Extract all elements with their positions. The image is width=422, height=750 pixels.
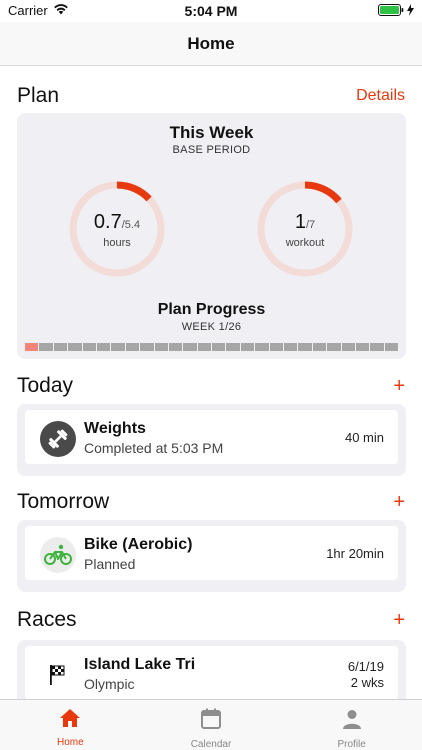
plan-progress-subtitle: WEEK 1/26 xyxy=(181,321,242,333)
progress-week-segment xyxy=(269,343,284,351)
progress-week-segment xyxy=(125,343,140,351)
add-tomorrow-button[interactable]: + xyxy=(393,492,405,512)
progress-week-segment xyxy=(370,343,384,351)
bike-icon xyxy=(40,537,76,573)
progress-week-segment xyxy=(82,343,96,351)
progress-week-segment xyxy=(39,343,53,351)
this-week-title: This Week xyxy=(169,123,254,142)
workout-done: 1 xyxy=(294,211,306,233)
progress-week-segment xyxy=(25,343,39,351)
workout-status: Completed at 5:03 PM xyxy=(84,440,224,456)
tab-bar: Home Calendar Profile xyxy=(0,699,422,750)
nav-bar: Home xyxy=(0,22,422,66)
tab-home-label: Home xyxy=(56,737,84,748)
tomorrow-card: Bike (Aerobic) Planned 1hr 20min xyxy=(17,520,406,592)
tomorrow-section-header: Tomorrow + xyxy=(17,490,405,514)
tomorrow-section-title: Tomorrow xyxy=(17,490,110,513)
progress-week-segment xyxy=(240,343,255,351)
progress-week-segment xyxy=(298,343,312,351)
list-item[interactable]: Bike (Aerobic) Planned 1hr 20min xyxy=(25,526,398,580)
list-item[interactable]: Weights Completed at 5:03 PM 40 min xyxy=(25,410,398,464)
add-race-button[interactable]: + xyxy=(393,610,405,630)
workout-value: 1/7 xyxy=(257,211,353,234)
details-link[interactable]: Details xyxy=(356,87,405,105)
hours-label: hours xyxy=(103,237,131,249)
progress-week-segment xyxy=(327,343,341,351)
page-title: Home xyxy=(187,33,235,53)
home-icon xyxy=(59,708,81,733)
workout-ring: 1/7 workout xyxy=(257,181,353,277)
progress-week-segment xyxy=(355,343,370,351)
tab-home[interactable]: Home xyxy=(0,700,141,750)
status-bar: Carrier 5:04 PM xyxy=(0,0,422,22)
races-card: Island Lake Tri Olympic 6/1/19 2 wks xyxy=(17,640,406,699)
race-when: 6/1/19 2 wks xyxy=(348,659,384,691)
plan-card[interactable]: This Week BASE PERIOD 0.7/5.4 hours 1/7 … xyxy=(17,113,406,359)
progress-week-segment xyxy=(312,343,327,351)
this-week-subtitle: BASE PERIOD xyxy=(172,144,251,156)
progress-week-segment xyxy=(341,343,355,351)
plan-progress-title: Plan Progress xyxy=(157,301,266,318)
races-section-title: Races xyxy=(17,608,77,631)
dumbbell-icon xyxy=(40,421,76,457)
workout-total: /7 xyxy=(305,219,316,231)
progress-week-segment xyxy=(96,343,111,351)
battery-icon xyxy=(378,4,404,19)
workout-title: Weights xyxy=(84,420,146,437)
progress-week-segment xyxy=(154,343,168,351)
race-countdown: 2 wks xyxy=(350,675,384,690)
status-right xyxy=(378,4,414,19)
hours-total: /5.4 xyxy=(121,219,141,231)
today-card: Weights Completed at 5:03 PM 40 min xyxy=(17,404,406,476)
tab-calendar[interactable]: Calendar xyxy=(141,700,282,750)
tab-profile-label: Profile xyxy=(337,739,366,750)
progress-week-segment xyxy=(53,343,68,351)
race-distance: Olympic xyxy=(84,676,135,692)
main-content[interactable]: Plan Details This Week BASE PERIOD 0.7/5… xyxy=(0,66,422,699)
progress-week-segment xyxy=(226,343,240,351)
tab-profile[interactable]: Profile xyxy=(281,700,422,750)
calendar-icon xyxy=(200,708,222,735)
progress-week-segment xyxy=(183,343,197,351)
tab-calendar-label: Calendar xyxy=(190,739,232,750)
person-icon xyxy=(341,708,363,735)
progress-week-segment xyxy=(140,343,154,351)
progress-week-segment xyxy=(197,343,212,351)
progress-week-segment xyxy=(68,343,82,351)
plan-section-header: Plan Details xyxy=(17,84,405,108)
progress-week-segment xyxy=(168,343,183,351)
plan-section-title: Plan xyxy=(17,84,60,107)
list-item[interactable]: Island Lake Tri Olympic 6/1/19 2 wks xyxy=(25,646,398,699)
workout-title: Bike (Aerobic) xyxy=(84,536,193,553)
hours-ring: 0.7/5.4 hours xyxy=(69,181,165,277)
workout-status: Planned xyxy=(84,556,136,572)
add-today-button[interactable]: + xyxy=(393,376,405,396)
workout-duration: 40 min xyxy=(344,430,384,445)
today-section-header: Today + xyxy=(17,374,405,398)
plan-progress-bar xyxy=(25,343,399,351)
status-time: 5:04 PM xyxy=(184,3,238,19)
today-section-title: Today xyxy=(17,374,74,397)
charging-icon xyxy=(407,4,414,19)
workout-label: workout xyxy=(285,237,325,249)
progress-week-segment xyxy=(384,343,399,351)
hours-done: 0.7 xyxy=(93,211,122,233)
race-title: Island Lake Tri xyxy=(84,656,196,673)
checkered-flag-icon xyxy=(40,657,76,693)
hours-value: 0.7/5.4 xyxy=(69,211,165,234)
progress-week-segment xyxy=(111,343,125,351)
races-section-header: Races + xyxy=(17,608,405,632)
workout-duration: 1hr 20min xyxy=(326,546,384,561)
race-date: 6/1/19 xyxy=(347,659,384,674)
progress-week-segment xyxy=(255,343,269,351)
progress-week-segment xyxy=(212,343,226,351)
progress-week-segment xyxy=(284,343,298,351)
